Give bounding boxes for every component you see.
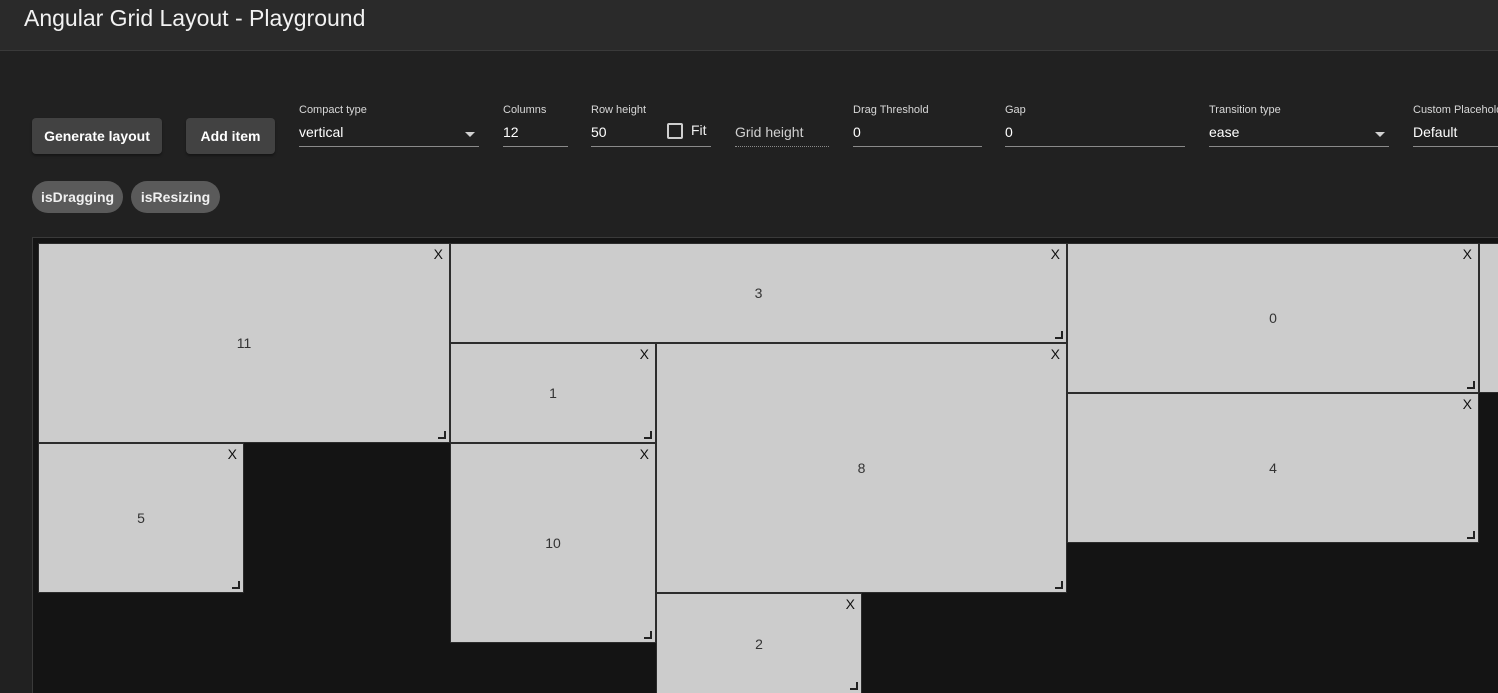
- grid-item-label: 1: [549, 385, 557, 401]
- resize-handle-icon[interactable]: [1055, 331, 1063, 339]
- close-icon[interactable]: X: [640, 446, 649, 462]
- resize-handle-icon[interactable]: [1467, 531, 1475, 539]
- grid-item-label: 2: [755, 635, 763, 652]
- columns-label: Columns: [503, 104, 547, 116]
- field-underline: [1209, 146, 1389, 147]
- add-item-button[interactable]: Add item: [186, 118, 275, 154]
- grid-item[interactable]: 0 X: [1067, 243, 1479, 393]
- app-title: Angular Grid Layout - Playground: [24, 5, 366, 31]
- grid-height-placeholder: Grid height: [735, 124, 804, 140]
- drag-threshold-value: 0: [853, 124, 861, 140]
- field-underline-dotted: [735, 146, 829, 147]
- close-icon[interactable]: X: [1051, 246, 1060, 262]
- field-underline: [1413, 146, 1498, 147]
- resize-handle-icon[interactable]: [850, 682, 858, 690]
- grid-item[interactable]: 4 X: [1067, 393, 1479, 543]
- row-height-value: 50: [591, 124, 607, 140]
- dropdown-arrow-icon: [465, 132, 475, 137]
- custom-placeholder-select[interactable]: Custom Placeholder Default: [1413, 104, 1498, 154]
- close-icon[interactable]: X: [640, 346, 649, 362]
- chip-is-dragging: isDragging: [32, 181, 123, 213]
- grid-height-field[interactable]: Grid height: [735, 124, 829, 147]
- field-underline: [853, 146, 982, 147]
- grid-item-label: 8: [857, 460, 866, 476]
- grid-item[interactable]: 11 X: [38, 243, 450, 443]
- transition-type-value: ease: [1209, 124, 1240, 140]
- grid-item[interactable]: 3 X: [450, 243, 1067, 343]
- field-underline: [299, 146, 479, 147]
- app-toolbar: Angular Grid Layout - Playground: [0, 0, 1498, 51]
- close-icon[interactable]: X: [846, 596, 855, 612]
- resize-handle-icon[interactable]: [1467, 381, 1475, 389]
- close-icon[interactable]: X: [1051, 346, 1060, 362]
- grid-item-label: 4: [1269, 460, 1277, 476]
- field-underline: [591, 146, 711, 147]
- resize-handle-icon[interactable]: [1055, 581, 1063, 589]
- transition-type-label: Transition type: [1209, 104, 1281, 116]
- dropdown-arrow-icon: [1375, 132, 1385, 137]
- grid-item-label: 3: [754, 285, 763, 301]
- grid-item[interactable]: 1 X: [450, 343, 656, 443]
- grid-item[interactable]: 2 X: [656, 593, 862, 693]
- row-height-label: Row height: [591, 104, 647, 116]
- chip-is-resizing: isResizing: [131, 181, 220, 213]
- resize-handle-icon[interactable]: [644, 431, 652, 439]
- columns-value: 12: [503, 124, 519, 140]
- grid-layout: 11 X 3 X 0 X 1 X 8 X 5 X 10 X 4 X 2 X: [32, 237, 1498, 693]
- close-icon[interactable]: X: [434, 246, 443, 262]
- grid-item[interactable]: [1479, 243, 1498, 393]
- custom-placeholder-label: Custom Placeholder: [1413, 104, 1498, 116]
- close-icon[interactable]: X: [1463, 246, 1472, 262]
- compact-type-label: Compact type: [299, 104, 367, 116]
- fit-label: Fit: [691, 122, 707, 138]
- grid-item[interactable]: 10 X: [450, 443, 656, 643]
- field-underline: [503, 146, 568, 147]
- close-icon[interactable]: X: [228, 446, 237, 462]
- grid-item-label: 10: [545, 535, 561, 551]
- grid-item-label: 0: [1269, 310, 1277, 326]
- resize-handle-icon[interactable]: [438, 431, 446, 439]
- grid-item[interactable]: 8 X: [656, 343, 1067, 593]
- resize-handle-icon[interactable]: [232, 581, 240, 589]
- field-underline: [1005, 146, 1185, 147]
- grid-item[interactable]: 5 X: [38, 443, 244, 593]
- grid-item-label: 5: [137, 510, 145, 526]
- close-icon[interactable]: X: [1463, 396, 1472, 412]
- compact-type-value: vertical: [299, 124, 344, 140]
- custom-placeholder-value: Default: [1413, 124, 1458, 140]
- generate-layout-button[interactable]: Generate layout: [32, 118, 162, 154]
- drag-threshold-label: Drag Threshold: [853, 104, 929, 116]
- resize-handle-icon[interactable]: [644, 631, 652, 639]
- gap-value: 0: [1005, 124, 1013, 140]
- gap-label: Gap: [1005, 104, 1026, 116]
- checkbox-box[interactable]: [667, 123, 683, 139]
- grid-item-label: 11: [236, 335, 252, 351]
